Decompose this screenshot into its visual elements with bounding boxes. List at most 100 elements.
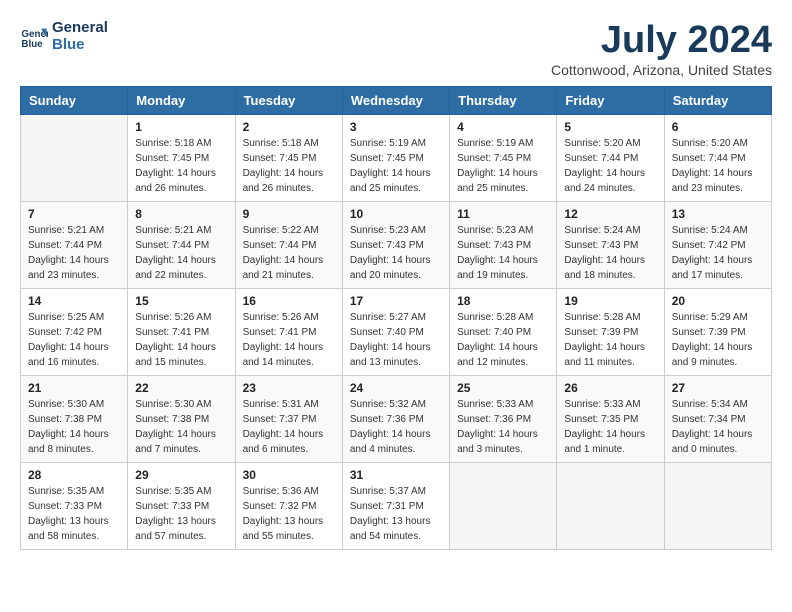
day-info: Sunrise: 5:24 AM Sunset: 7:43 PM Dayligh… xyxy=(564,223,656,283)
day-info: Sunrise: 5:24 AM Sunset: 7:42 PM Dayligh… xyxy=(672,223,764,283)
day-info: Sunrise: 5:35 AM Sunset: 7:33 PM Dayligh… xyxy=(28,484,120,544)
day-number: 29 xyxy=(135,468,227,482)
day-info: Sunrise: 5:31 AM Sunset: 7:37 PM Dayligh… xyxy=(243,397,335,457)
day-cell: 19 Sunrise: 5:28 AM Sunset: 7:39 PM Dayli… xyxy=(557,288,664,375)
day-info: Sunrise: 5:20 AM Sunset: 7:44 PM Dayligh… xyxy=(672,136,764,196)
day-number: 17 xyxy=(350,294,442,308)
day-cell: 1 Sunrise: 5:18 AM Sunset: 7:45 PM Daylig… xyxy=(128,114,235,201)
day-number: 6 xyxy=(672,120,764,134)
day-number: 26 xyxy=(564,381,656,395)
day-info: Sunrise: 5:36 AM Sunset: 7:32 PM Dayligh… xyxy=(243,484,335,544)
day-number: 2 xyxy=(243,120,335,134)
header-monday: Monday xyxy=(128,86,235,114)
day-info: Sunrise: 5:32 AM Sunset: 7:36 PM Dayligh… xyxy=(350,397,442,457)
day-cell: 21 Sunrise: 5:30 AM Sunset: 7:38 PM Dayli… xyxy=(21,375,128,462)
page-header: General Blue General Blue July 2024 Cott… xyxy=(20,20,772,78)
week-row-5: 28 Sunrise: 5:35 AM Sunset: 7:33 PM Dayli… xyxy=(21,462,772,549)
day-number: 24 xyxy=(350,381,442,395)
day-info: Sunrise: 5:35 AM Sunset: 7:33 PM Dayligh… xyxy=(135,484,227,544)
svg-text:Blue: Blue xyxy=(21,38,43,49)
day-cell: 7 Sunrise: 5:21 AM Sunset: 7:44 PM Daylig… xyxy=(21,201,128,288)
day-number: 4 xyxy=(457,120,549,134)
header-sunday: Sunday xyxy=(21,86,128,114)
month-title: July 2024 xyxy=(551,20,772,62)
day-cell: 29 Sunrise: 5:35 AM Sunset: 7:33 PM Dayli… xyxy=(128,462,235,549)
day-cell xyxy=(450,462,557,549)
day-info: Sunrise: 5:27 AM Sunset: 7:40 PM Dayligh… xyxy=(350,310,442,370)
day-cell: 6 Sunrise: 5:20 AM Sunset: 7:44 PM Daylig… xyxy=(664,114,771,201)
day-info: Sunrise: 5:21 AM Sunset: 7:44 PM Dayligh… xyxy=(135,223,227,283)
day-number: 7 xyxy=(28,207,120,221)
calendar-table: SundayMondayTuesdayWednesdayThursdayFrid… xyxy=(20,86,772,550)
day-cell: 17 Sunrise: 5:27 AM Sunset: 7:40 PM Dayli… xyxy=(342,288,449,375)
day-number: 1 xyxy=(135,120,227,134)
logo-icon: General Blue xyxy=(20,23,48,51)
day-info: Sunrise: 5:28 AM Sunset: 7:40 PM Dayligh… xyxy=(457,310,549,370)
day-info: Sunrise: 5:26 AM Sunset: 7:41 PM Dayligh… xyxy=(243,310,335,370)
day-cell: 12 Sunrise: 5:24 AM Sunset: 7:43 PM Dayli… xyxy=(557,201,664,288)
day-number: 13 xyxy=(672,207,764,221)
header-saturday: Saturday xyxy=(664,86,771,114)
logo-blue: Blue xyxy=(52,37,108,54)
day-info: Sunrise: 5:34 AM Sunset: 7:34 PM Dayligh… xyxy=(672,397,764,457)
day-cell: 31 Sunrise: 5:37 AM Sunset: 7:31 PM Dayli… xyxy=(342,462,449,549)
week-row-4: 21 Sunrise: 5:30 AM Sunset: 7:38 PM Dayli… xyxy=(21,375,772,462)
day-cell: 28 Sunrise: 5:35 AM Sunset: 7:33 PM Dayli… xyxy=(21,462,128,549)
title-block: July 2024 Cottonwood, Arizona, United St… xyxy=(551,20,772,78)
day-info: Sunrise: 5:21 AM Sunset: 7:44 PM Dayligh… xyxy=(28,223,120,283)
day-cell: 26Sunrise: 5:33 AM Sunset: 7:35 PM Dayli… xyxy=(557,375,664,462)
day-cell: 2 Sunrise: 5:18 AM Sunset: 7:45 PM Daylig… xyxy=(235,114,342,201)
logo-general: General xyxy=(52,20,108,37)
week-row-3: 14Sunrise: 5:25 AM Sunset: 7:42 PM Dayli… xyxy=(21,288,772,375)
day-cell: 27 Sunrise: 5:34 AM Sunset: 7:34 PM Dayli… xyxy=(664,375,771,462)
week-row-2: 7 Sunrise: 5:21 AM Sunset: 7:44 PM Daylig… xyxy=(21,201,772,288)
day-info: Sunrise: 5:26 AM Sunset: 7:41 PM Dayligh… xyxy=(135,310,227,370)
day-cell xyxy=(21,114,128,201)
day-number: 22 xyxy=(135,381,227,395)
day-info: Sunrise: 5:33 AM Sunset: 7:36 PM Dayligh… xyxy=(457,397,549,457)
day-cell: 11Sunrise: 5:23 AM Sunset: 7:43 PM Dayli… xyxy=(450,201,557,288)
header-tuesday: Tuesday xyxy=(235,86,342,114)
day-number: 31 xyxy=(350,468,442,482)
day-number: 30 xyxy=(243,468,335,482)
day-cell: 25Sunrise: 5:33 AM Sunset: 7:36 PM Dayli… xyxy=(450,375,557,462)
day-number: 23 xyxy=(243,381,335,395)
day-info: Sunrise: 5:18 AM Sunset: 7:45 PM Dayligh… xyxy=(135,136,227,196)
header-friday: Friday xyxy=(557,86,664,114)
day-info: Sunrise: 5:37 AM Sunset: 7:31 PM Dayligh… xyxy=(350,484,442,544)
day-info: Sunrise: 5:19 AM Sunset: 7:45 PM Dayligh… xyxy=(350,136,442,196)
day-cell xyxy=(664,462,771,549)
day-info: Sunrise: 5:19 AM Sunset: 7:45 PM Dayligh… xyxy=(457,136,549,196)
day-cell: 9Sunrise: 5:22 AM Sunset: 7:44 PM Daylig… xyxy=(235,201,342,288)
logo: General Blue General Blue xyxy=(20,20,108,53)
day-number: 27 xyxy=(672,381,764,395)
day-number: 28 xyxy=(28,468,120,482)
header-thursday: Thursday xyxy=(450,86,557,114)
day-number: 16 xyxy=(243,294,335,308)
day-number: 12 xyxy=(564,207,656,221)
day-cell: 18Sunrise: 5:28 AM Sunset: 7:40 PM Dayli… xyxy=(450,288,557,375)
day-number: 8 xyxy=(135,207,227,221)
day-cell: 22 Sunrise: 5:30 AM Sunset: 7:38 PM Dayli… xyxy=(128,375,235,462)
day-cell: 23 Sunrise: 5:31 AM Sunset: 7:37 PM Dayli… xyxy=(235,375,342,462)
day-info: Sunrise: 5:23 AM Sunset: 7:43 PM Dayligh… xyxy=(457,223,549,283)
day-info: Sunrise: 5:23 AM Sunset: 7:43 PM Dayligh… xyxy=(350,223,442,283)
day-cell: 8 Sunrise: 5:21 AM Sunset: 7:44 PM Daylig… xyxy=(128,201,235,288)
day-number: 10 xyxy=(350,207,442,221)
day-cell: 30 Sunrise: 5:36 AM Sunset: 7:32 PM Dayli… xyxy=(235,462,342,549)
day-number: 21 xyxy=(28,381,120,395)
day-info: Sunrise: 5:30 AM Sunset: 7:38 PM Dayligh… xyxy=(135,397,227,457)
day-info: Sunrise: 5:18 AM Sunset: 7:45 PM Dayligh… xyxy=(243,136,335,196)
week-row-1: 1 Sunrise: 5:18 AM Sunset: 7:45 PM Daylig… xyxy=(21,114,772,201)
day-number: 14 xyxy=(28,294,120,308)
day-number: 20 xyxy=(672,294,764,308)
day-cell: 13 Sunrise: 5:24 AM Sunset: 7:42 PM Dayli… xyxy=(664,201,771,288)
day-cell xyxy=(557,462,664,549)
day-cell: 15Sunrise: 5:26 AM Sunset: 7:41 PM Dayli… xyxy=(128,288,235,375)
day-info: Sunrise: 5:30 AM Sunset: 7:38 PM Dayligh… xyxy=(28,397,120,457)
day-info: Sunrise: 5:28 AM Sunset: 7:39 PM Dayligh… xyxy=(564,310,656,370)
day-number: 19 xyxy=(564,294,656,308)
day-info: Sunrise: 5:20 AM Sunset: 7:44 PM Dayligh… xyxy=(564,136,656,196)
day-cell: 16 Sunrise: 5:26 AM Sunset: 7:41 PM Dayli… xyxy=(235,288,342,375)
day-number: 3 xyxy=(350,120,442,134)
